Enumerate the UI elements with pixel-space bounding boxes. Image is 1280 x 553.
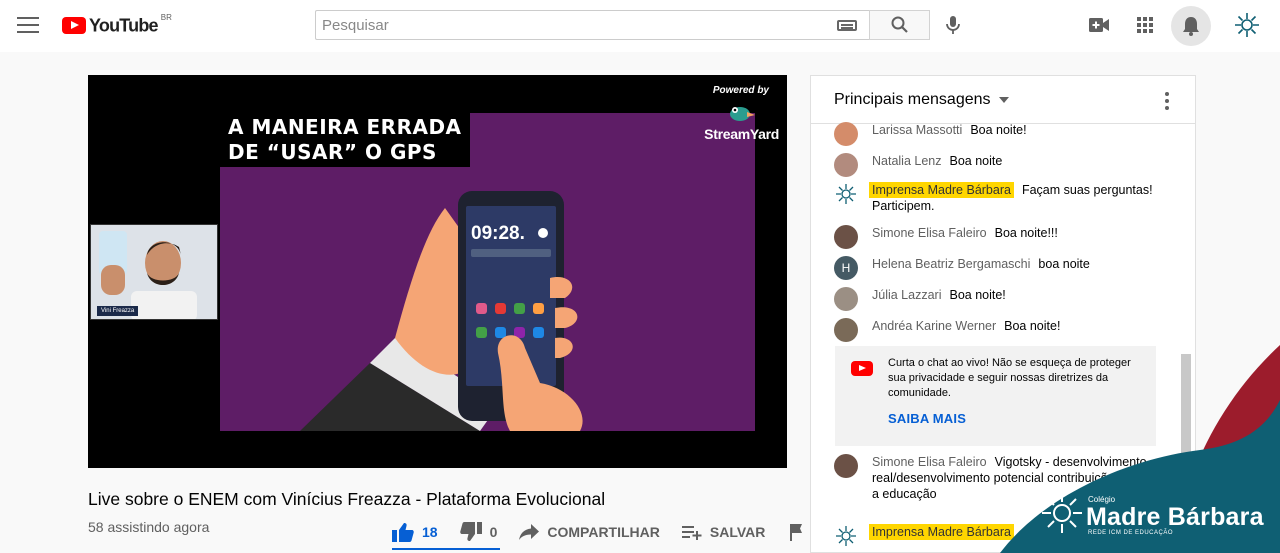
streamyard-label: StreamYard [704, 126, 779, 142]
chat-message: Natalia Lenz Boa noite [834, 153, 1164, 177]
brand-name: Madre Bárbara [1086, 503, 1264, 531]
chat-message: Simone Elisa Faleiro Boa noite!!! [834, 225, 1164, 249]
notifications-button[interactable] [1171, 6, 1211, 46]
account-avatar-icon[interactable] [1233, 11, 1261, 39]
chat-message: Júlia Lazzari Boa noite! [834, 287, 1164, 311]
chat-author[interactable]: Andréa Karine Werner [872, 319, 996, 333]
viewer-count: 58 assistindo agora [88, 519, 210, 535]
search-button[interactable] [869, 10, 930, 40]
avatar: H [834, 256, 858, 280]
youtube-logo[interactable]: YouTube BR [62, 12, 172, 36]
youtube-icon [851, 361, 873, 376]
playlist-add-icon [681, 526, 702, 540]
dislike-button[interactable]: 0 [459, 522, 498, 542]
webcam-overlay: Vini Freazza [90, 224, 218, 320]
youtube-play-icon [62, 16, 86, 34]
like-ratio-bar [392, 548, 500, 550]
video-headline: A MANEIRA ERRADA DE “USAR” O GPS [220, 113, 470, 167]
streamyard-mascot-icon [730, 107, 755, 121]
youtube-wordmark: YouTube [89, 13, 159, 35]
search-input[interactable] [316, 11, 816, 39]
video-title: Live sobre o ENEM com Vinícius Freazza -… [88, 489, 606, 509]
chat-author[interactable]: Simone Elisa Faleiro [872, 455, 987, 469]
apps-icon[interactable] [1137, 17, 1153, 33]
chat-author[interactable]: Simone Elisa Faleiro [872, 226, 987, 240]
chat-message: H Helena Beatriz Bergamaschi boa noite [834, 256, 1164, 280]
avatar [834, 122, 858, 146]
menu-icon[interactable] [17, 17, 39, 35]
share-label: COMPARTILHAR [547, 524, 660, 540]
chat-author[interactable]: Helena Beatriz Bergamaschi [872, 257, 1030, 271]
chat-text: boa noite [1038, 257, 1090, 271]
more-options-icon[interactable] [1165, 92, 1169, 113]
create-video-icon[interactable] [1089, 17, 1109, 33]
search-icon [891, 16, 908, 33]
madre-barbara-avatar-icon [835, 525, 857, 547]
save-button[interactable]: SALVAR [681, 524, 766, 540]
chat-text: Boa noite [949, 154, 1003, 168]
chat-text: Boa noite! [949, 288, 1006, 302]
like-ratio-fill [392, 548, 500, 550]
headline-line-2: DE “USAR” O GPS [228, 140, 437, 164]
chat-author-owner[interactable]: Imprensa Madre Bárbara [869, 182, 1014, 198]
country-code: BR [160, 12, 172, 22]
chat-author[interactable]: Júlia Lazzari [872, 288, 941, 302]
video-actions: 18 0 COMPARTILHAR SALVAR [392, 518, 805, 546]
chat-header: Principais mensagens [811, 76, 1195, 124]
like-count: 18 [422, 524, 438, 540]
search-box [315, 10, 869, 40]
chat-message: Andréa Karine Werner Boa noite! [834, 318, 1164, 342]
top-bar: YouTube BR [0, 0, 1280, 52]
like-button[interactable]: 18 [392, 522, 438, 542]
powered-by-label: Powered by [712, 85, 769, 96]
chat-text: Boa noite!!! [994, 226, 1058, 240]
avatar [834, 318, 858, 342]
madre-barbara-avatar-icon [835, 183, 857, 205]
share-button[interactable]: COMPARTILHAR [519, 524, 660, 540]
chat-text: Boa noite! [970, 123, 1027, 137]
bell-icon [1183, 17, 1199, 36]
svg-text:09:28.: 09:28. [471, 223, 525, 244]
thumbs-up-icon [392, 523, 414, 542]
chat-message: Larissa Massotti Boa noite! [834, 122, 1164, 146]
brand-text: Colégio Madre Bárbara REDE ICM DE EDUCAÇ… [1086, 495, 1264, 536]
chevron-down-icon[interactable] [998, 96, 1009, 103]
video-player[interactable]: 09:28. A MANEIRA ERRADA DE “USAR” O GPS … [88, 75, 787, 468]
chat-author[interactable]: Natalia Lenz [872, 154, 942, 168]
thumbs-down-icon [459, 522, 482, 541]
report-flag-icon[interactable] [789, 523, 805, 541]
avatar [834, 153, 858, 177]
microphone-icon[interactable] [944, 15, 962, 35]
avatar [834, 454, 858, 478]
save-label: SALVAR [709, 524, 766, 540]
presenter-name-tag: Vini Freazza [97, 306, 139, 316]
chat-text: Boa noite! [1004, 319, 1061, 333]
share-icon [519, 524, 540, 540]
avatar [834, 524, 858, 548]
chat-author[interactable]: Larissa Massotti [872, 123, 962, 137]
headline-line-1: A MANEIRA ERRADA [228, 115, 462, 139]
avatar [834, 225, 858, 249]
chat-mode-label[interactable]: Principais mensagens [834, 91, 991, 109]
chat-message-owner: Imprensa Madre Bárbara Façam suas pergunt… [834, 182, 1164, 214]
avatar [834, 287, 858, 311]
keyboard-icon[interactable] [837, 20, 857, 31]
dislike-count: 0 [489, 524, 498, 540]
avatar [834, 182, 858, 206]
chat-author-owner[interactable]: Imprensa Madre Bárbara [869, 524, 1014, 540]
